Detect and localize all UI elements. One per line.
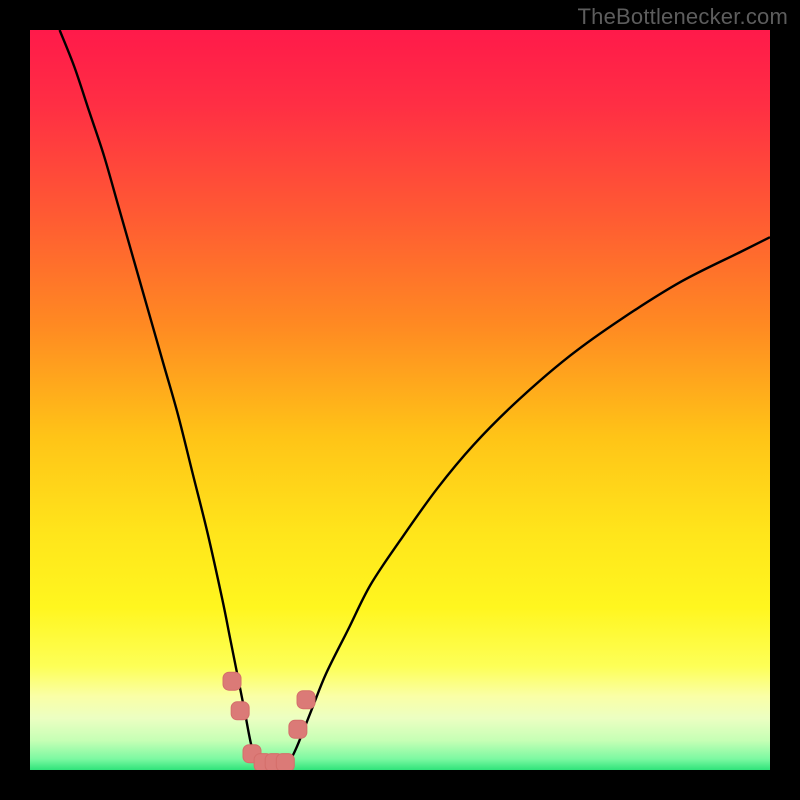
bottleneck-curve (60, 30, 770, 766)
curve-marker (276, 754, 294, 770)
curve-marker (289, 720, 307, 738)
chart-frame: TheBottlenecker.com (0, 0, 800, 800)
curve-marker (297, 691, 315, 709)
marker-group (223, 672, 315, 770)
curve-marker (223, 672, 241, 690)
curve-marker (231, 702, 249, 720)
curve-layer (30, 30, 770, 770)
plot-area (30, 30, 770, 770)
watermark-text: TheBottlenecker.com (578, 4, 788, 30)
